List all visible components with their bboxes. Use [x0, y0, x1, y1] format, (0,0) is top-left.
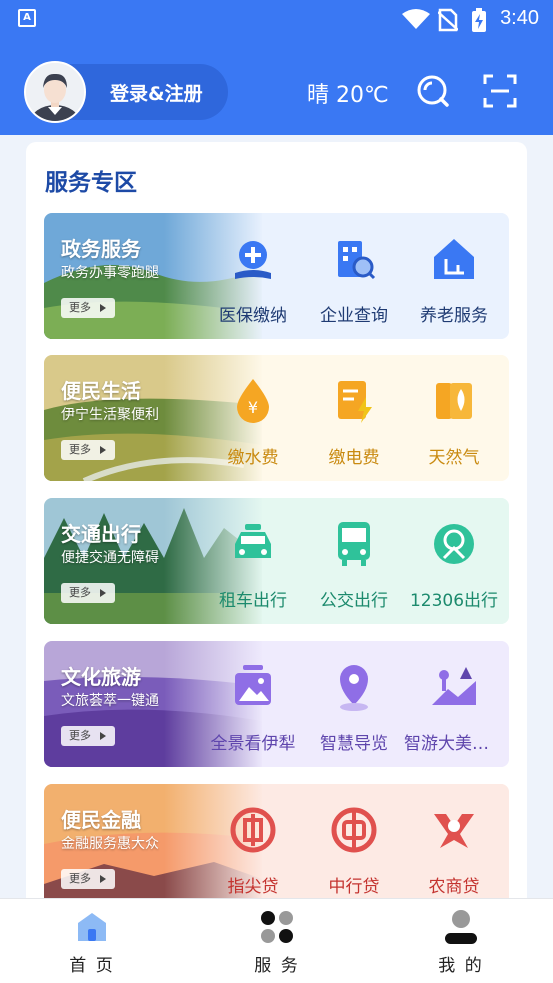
boc-loan-icon — [331, 807, 377, 853]
service-item-label: 医保缴纳 — [219, 306, 287, 326]
more-button[interactable]: 更多 — [61, 440, 115, 460]
service-item-label: 中行贷 — [328, 877, 380, 897]
service-item-label: 企业查询 — [320, 306, 388, 326]
service-item-label: 智慧导览 — [320, 734, 388, 754]
icbc-loan-icon — [230, 807, 276, 853]
service-item[interactable]: 全景看伊犁 — [203, 661, 303, 757]
service-section: 文化旅游文旅荟萃一键通更多 全景看伊犁 智慧导览 智游大美伊犁 — [44, 641, 509, 767]
water-bill-icon: ¥ — [237, 379, 269, 423]
service-item-label: 租车出行 — [219, 591, 287, 611]
service-item[interactable]: 中行贷 — [304, 804, 404, 900]
electricity-bill-icon — [338, 381, 372, 423]
service-item-label: 12306出行 — [409, 591, 499, 611]
service-item-label: 农商贷 — [428, 877, 480, 897]
weather-text: 晴 20℃ — [307, 83, 389, 108]
service-item-label: 养老服务 — [420, 306, 488, 326]
service-section: 便民金融金融服务惠大众更多 指尖贷 中行贷 农商贷 — [44, 784, 509, 910]
service-section: 便民生活伊宁生活聚便利更多 ¥ 缴水费 缴电费 天然气 — [44, 355, 509, 481]
bus-icon — [338, 522, 370, 566]
elderly-care-icon — [434, 239, 474, 279]
taxi-icon — [235, 524, 271, 558]
service-item[interactable]: 企业查询 — [304, 233, 404, 329]
medical-insurance-icon — [235, 241, 271, 279]
login-register-label: 登录&注册 — [110, 83, 203, 105]
service-item[interactable]: 智游大美伊犁 — [404, 661, 504, 757]
more-button[interactable]: 更多 — [61, 583, 115, 603]
service-item[interactable]: 智慧导览 — [304, 661, 404, 757]
profile-icon — [445, 910, 477, 944]
section-subtitle: 文旅荟萃一键通 — [61, 693, 159, 709]
no-sim-icon — [438, 8, 458, 32]
section-title: 政务服务 — [61, 237, 141, 261]
service-item[interactable]: 医保缴纳 — [203, 233, 303, 329]
app-header: A 3:40 登录&注册 晴 20℃ — [0, 0, 553, 135]
section-subtitle: 便捷交通无障碍 — [61, 550, 159, 566]
service-item-label: 智游大美伊犁 — [404, 734, 504, 754]
section-subtitle: 伊宁生活聚便利 — [61, 407, 159, 423]
service-item[interactable]: 天然气 — [404, 375, 504, 471]
service-item[interactable]: ¥ 缴水费 — [203, 375, 303, 471]
section-title: 文化旅游 — [61, 665, 141, 689]
default-avatar-icon — [26, 63, 84, 121]
more-button[interactable]: 更多 — [61, 869, 115, 889]
scenic-tour-icon — [432, 667, 476, 705]
service-item-label: 公交出行 — [320, 591, 388, 611]
service-item[interactable]: 12306出行 — [404, 518, 504, 614]
tab-profile[interactable]: 我 的 — [411, 909, 511, 977]
avatar[interactable] — [24, 61, 86, 123]
service-item[interactable]: 租车出行 — [203, 518, 303, 614]
search-icon[interactable] — [416, 74, 450, 108]
location-guide-icon — [340, 665, 368, 711]
service-zone-title: 服务专区 — [45, 170, 137, 196]
scan-icon[interactable] — [483, 74, 517, 108]
panorama-icon — [235, 665, 271, 705]
services-grid-icon — [261, 911, 293, 943]
section-title: 便民生活 — [61, 379, 141, 403]
battery-charging-icon — [472, 8, 486, 32]
login-register-button[interactable]: 登录&注册 — [24, 61, 228, 123]
svg-text:¥: ¥ — [248, 398, 258, 417]
bottom-nav: 首 页 服 务 我 的 — [0, 898, 553, 983]
section-subtitle: 政务办事零跑腿 — [61, 265, 159, 281]
tab-profile-label: 我 的 — [438, 956, 484, 976]
rural-bank-loan-icon — [434, 814, 474, 848]
section-subtitle: 金融服务惠大众 — [61, 836, 159, 852]
service-item-label: 缴电费 — [328, 448, 380, 468]
status-bar: A 3:40 — [0, 0, 553, 40]
service-item[interactable]: 指尖贷 — [203, 804, 303, 900]
clock: 3:40 — [500, 7, 539, 29]
section-title: 便民金融 — [61, 808, 141, 832]
service-item[interactable]: 缴电费 — [304, 375, 404, 471]
service-section: 政务服务政务办事零跑腿更多 医保缴纳 企业查询 养老服务 — [44, 213, 509, 339]
service-item-label: 指尖贷 — [227, 877, 279, 897]
more-button[interactable]: 更多 — [61, 298, 115, 318]
tab-services[interactable]: 服 务 — [227, 909, 327, 977]
service-section: 交通出行便捷交通无障碍更多 租车出行 公交出行 12306出行 — [44, 498, 509, 624]
more-button[interactable]: 更多 — [61, 726, 115, 746]
service-item-label: 天然气 — [428, 448, 480, 468]
service-item[interactable]: 养老服务 — [404, 233, 504, 329]
service-item[interactable]: 农商贷 — [404, 804, 504, 900]
tab-home[interactable]: 首 页 — [42, 909, 142, 977]
service-zone-card: 服务专区 政务服务政务办事零跑腿更多 医保缴纳 企业查询 养老服务便民生活伊宁生活聚便… — [26, 142, 527, 912]
tab-home-label: 首 页 — [69, 956, 115, 976]
home-icon — [78, 913, 106, 941]
wifi-icon — [402, 9, 430, 29]
tab-services-label: 服 务 — [254, 956, 300, 976]
service-item[interactable]: 公交出行 — [304, 518, 404, 614]
gas-icon — [436, 383, 472, 419]
app-notification-icon: A — [18, 9, 36, 27]
section-title: 交通出行 — [61, 522, 141, 546]
service-item-label: 缴水费 — [227, 448, 279, 468]
railway-icon — [434, 524, 474, 564]
enterprise-search-icon — [338, 241, 376, 280]
service-item-label: 全景看伊犁 — [210, 734, 296, 754]
